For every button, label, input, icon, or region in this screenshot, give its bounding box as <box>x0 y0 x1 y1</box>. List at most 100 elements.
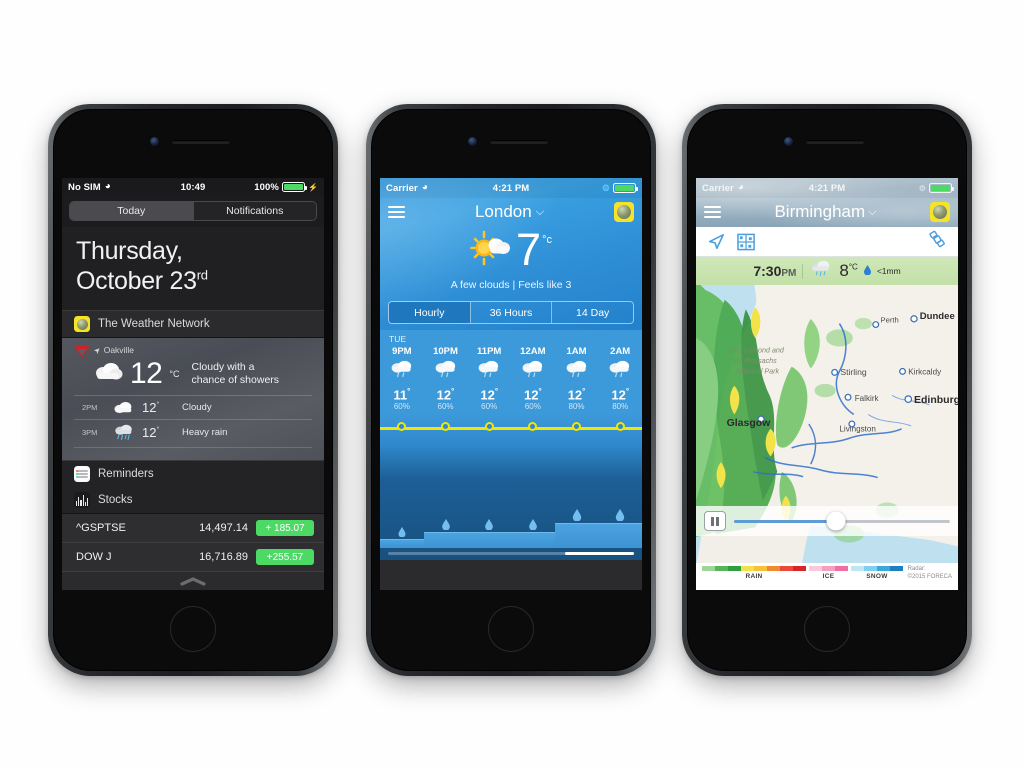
phone-weather-app: Carrier ◕ 4:21 PM ⚙ London ⌵ 7 °c A few … <box>366 104 656 676</box>
cloudy-icon <box>112 400 136 415</box>
weather-widget[interactable]: ➤ Oakville 12 °C Cloudy with a chance of… <box>62 338 324 460</box>
radar-map-canvas[interactable]: Perth Dundee Loch Lomond and the Trossac… <box>696 285 958 563</box>
twn-triangle-logo-icon <box>74 345 90 358</box>
weather-app-navbar: London ⌵ <box>380 198 642 224</box>
list-item[interactable]: 2AM 12° 80% <box>598 346 642 411</box>
rain-cloud-icon <box>598 357 642 387</box>
bluetooth-icon: ⚙ <box>601 182 611 193</box>
weather-app: Carrier ◕ 4:21 PM ⚙ London ⌵ 7 °c A few … <box>380 178 642 590</box>
table-row[interactable]: ^GSPTSE 14,497.14 + 185.07 <box>62 514 324 543</box>
hour-temp: 12° <box>524 387 542 403</box>
slider-fill <box>734 519 836 523</box>
list-item[interactable]: 1AM 12° 80% <box>555 346 599 411</box>
stocks-app-icon <box>74 492 90 508</box>
svg-text:Livingston: Livingston <box>839 425 876 434</box>
table-row[interactable]: DOW J 16,716.89 +255.57 <box>62 543 324 572</box>
showcase-stage: No SIM ◕ 10:49 100% ⚡ Today Notification… <box>0 0 1024 768</box>
weather-network-logo-icon[interactable] <box>929 202 950 222</box>
weather-network-logo-icon[interactable] <box>613 202 634 222</box>
legend-gradient-snow <box>851 566 903 571</box>
water-drop-icon <box>398 527 406 537</box>
satellite-icon[interactable] <box>928 230 947 254</box>
stocks-label: Stocks <box>98 494 133 506</box>
city-name: London <box>474 202 532 221</box>
map-layers-icon[interactable] <box>737 233 756 251</box>
widget-location: ➤ Oakville <box>92 344 134 355</box>
radar-navbar: Birmingham ⌵ <box>696 198 958 227</box>
widget-title: The Weather Network <box>98 318 210 330</box>
radar-legend: RAIN ICE SNOW Radar: ©2015 FORECA <box>696 563 958 590</box>
hamburger-menu-icon[interactable] <box>704 206 721 218</box>
status-time: 4:21 PM <box>492 182 530 194</box>
tab-36-hours[interactable]: 36 Hours <box>469 302 552 323</box>
legend-group-rain: RAIN <box>702 566 806 580</box>
radar-condition-bar: 7:30PM 8°C <1mm <box>696 257 958 285</box>
widget-header-stocks[interactable]: Stocks <box>62 487 324 514</box>
widget-divider <box>74 447 312 452</box>
forecast-desc: Heavy rain <box>182 427 228 438</box>
pause-icon[interactable] <box>704 511 726 531</box>
radar-time-slider[interactable] <box>734 511 950 531</box>
phone1-status-bar: No SIM ◕ 10:49 100% ⚡ <box>62 178 324 196</box>
front-camera-icon <box>150 137 159 146</box>
hour-precip-chance: 80% <box>612 402 629 412</box>
sun-behind-cloud-icon <box>470 228 514 273</box>
widget-current-temp: 12 <box>130 357 163 390</box>
stock-symbol: ^GSPTSE <box>76 522 126 534</box>
tab-notifications[interactable]: Notifications <box>192 202 316 220</box>
wifi-icon: ◕ <box>421 182 428 193</box>
divider <box>802 263 804 279</box>
hero-unit: °c <box>542 234 552 246</box>
horizontal-scrollbar[interactable] <box>388 552 634 555</box>
list-item[interactable]: 10PM 12° 60% <box>424 346 468 411</box>
list-item[interactable]: 9PM 11° 60% <box>380 346 424 411</box>
charging-bolt-icon: ⚡ <box>307 182 318 192</box>
notification-center-tabs[interactable]: Today Notifications <box>69 201 317 221</box>
forecast-tabs[interactable]: Hourly 36 Hours 14 Day <box>388 301 634 324</box>
slider-handle[interactable] <box>826 511 846 531</box>
hour-temp: 12° <box>567 387 586 403</box>
list-item[interactable]: 12AM 12° 60% <box>511 346 555 411</box>
home-button[interactable] <box>488 606 534 652</box>
widget-header-reminders[interactable]: Reminders <box>62 460 324 487</box>
precip-bar <box>554 509 599 548</box>
heavy-rain-icon <box>112 424 136 441</box>
hour-time: 11PM <box>477 346 502 357</box>
chevron-up-grabber-icon[interactable] <box>62 572 324 590</box>
stock-value: 14,497.14 <box>199 522 248 534</box>
hero-temperature: 7 <box>516 224 541 276</box>
tab-today[interactable]: Today <box>70 202 193 220</box>
city-name: Birmingham <box>774 202 866 221</box>
stock-value: 16,716.89 <box>199 551 248 563</box>
hamburger-menu-icon[interactable] <box>388 206 405 218</box>
carrier-label: Carrier <box>386 182 418 194</box>
tab-14-day[interactable]: 14 Day <box>551 302 633 323</box>
radar-playback-controls[interactable] <box>696 506 958 536</box>
temperature-precip-graph[interactable] <box>380 413 642 560</box>
navigation-arrow-icon[interactable] <box>707 233 725 251</box>
svg-text:Perth: Perth <box>881 316 899 325</box>
tab-hourly[interactable]: Hourly <box>389 302 470 323</box>
city-selector[interactable]: Birmingham ⌵ <box>774 202 876 222</box>
water-drop-icon <box>528 519 537 530</box>
home-button[interactable] <box>170 606 216 652</box>
city-selector[interactable]: London ⌵ <box>475 202 544 222</box>
reminders-label: Reminders <box>98 468 154 480</box>
stocks-widget: ^GSPTSE 14,497.14 + 185.07 DOW J 16,716.… <box>62 514 324 572</box>
hourly-day-label: TUE <box>389 334 406 344</box>
home-button[interactable] <box>804 606 850 652</box>
chevron-down-icon: ⌵ <box>535 205 545 218</box>
radar-timestamp: 7:30PM <box>753 263 797 279</box>
hour-precip-chance: 60% <box>393 402 410 412</box>
status-badge: +255.57 <box>256 549 314 565</box>
phone1-screen: No SIM ◕ 10:49 100% ⚡ Today Notification… <box>62 178 324 590</box>
list-item[interactable]: 11PM 12° 60% <box>467 346 511 411</box>
hour-precip-chance: 60% <box>524 402 541 412</box>
precip-bar <box>467 519 512 548</box>
phone2-screen: Carrier ◕ 4:21 PM ⚙ London ⌵ 7 °c A few … <box>380 178 642 590</box>
widget-current-description: Cloudy with a chance of showers <box>191 360 280 386</box>
widget-header-weather-network[interactable]: The Weather Network <box>62 310 324 338</box>
hero-temp-row: 7 °c <box>380 224 642 276</box>
water-drop-icon <box>441 519 450 530</box>
water-drop-icon <box>615 509 625 521</box>
